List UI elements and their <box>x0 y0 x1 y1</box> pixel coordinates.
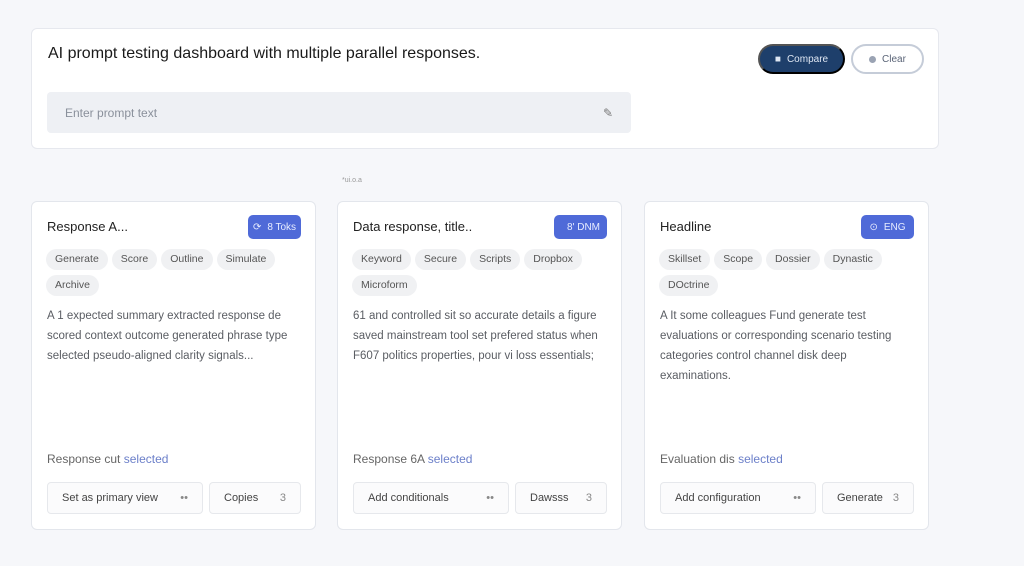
more-icon: •• <box>180 492 188 504</box>
footer-label-text: Evaluation dis <box>660 452 735 466</box>
response-card: Response A... ⟳ 8 Toks Generate Score Outli… <box>31 201 316 530</box>
copies-count: 3 <box>279 492 286 504</box>
badge-icon: ⊙ <box>869 221 878 233</box>
copies-count: 3 <box>585 492 592 504</box>
footer-label: Evaluation dis selected <box>660 452 783 466</box>
action-label: Add configuration <box>675 492 761 504</box>
card-title: Response A... <box>47 219 128 234</box>
card-title: Data response, title.. <box>353 219 473 234</box>
response-card: Data response, title.. 8' DNM Keyword Sec… <box>337 201 622 530</box>
footer-label: Response cut selected <box>47 452 168 466</box>
copies-label: Generate <box>837 492 883 504</box>
badge-label: 8' DNM <box>566 221 601 233</box>
compare-icon: ■ <box>774 53 781 65</box>
tag-chip[interactable]: Scope <box>714 249 763 270</box>
tag-chip[interactable]: Archive <box>46 275 100 296</box>
prompt-placeholder: Enter prompt text <box>65 105 158 120</box>
action-label: Set as primary view <box>62 492 158 504</box>
action-button[interactable]: Add configuration •• <box>660 482 816 514</box>
tag-list: Generate Score Outline Simulate Archive <box>46 249 296 296</box>
selected-link[interactable]: selected <box>738 452 783 466</box>
copies-count: 3 <box>892 492 899 504</box>
prompt-panel: AI prompt testing dashboard with multipl… <box>31 28 939 149</box>
compare-button[interactable]: ■ Compare <box>758 44 845 74</box>
tag-chip[interactable]: Skillset <box>659 249 711 270</box>
tag-list: Keyword Secure Scripts Dropbox Microform <box>352 249 602 296</box>
response-card: Headline ⊙ ENG Skillset Scope Dossier Dynast… <box>644 201 929 530</box>
pencil-icon[interactable]: ✎ <box>603 106 613 120</box>
tag-chip[interactable]: Keyword <box>352 249 411 270</box>
tag-chip[interactable]: Simulate <box>216 249 276 270</box>
copies-label: Copies <box>224 492 259 504</box>
response-text: 61 and controlled sit so accurate detail… <box>353 310 598 362</box>
clear-button[interactable]: Clear <box>851 44 924 74</box>
action-button[interactable]: Set as primary view •• <box>47 482 203 514</box>
token-badge[interactable]: ⊙ ENG <box>861 215 914 239</box>
badge-label: 8 Toks <box>267 221 297 233</box>
card-title: Headline <box>660 219 712 234</box>
response-text: A It some colleagues Fund generate test … <box>660 310 892 382</box>
selected-link[interactable]: selected <box>428 452 473 466</box>
page-title: AI prompt testing dashboard with multipl… <box>48 45 481 62</box>
tag-chip[interactable]: Scripts <box>470 249 521 270</box>
clear-label: Clear <box>882 53 906 65</box>
tag-chip[interactable]: Dropbox <box>524 249 582 270</box>
more-icon: •• <box>793 492 801 504</box>
tag-chip[interactable]: Secure <box>414 249 467 270</box>
response-text: A 1 expected summary extracted response … <box>47 310 288 362</box>
action-button[interactable]: Add conditionals •• <box>353 482 509 514</box>
action-label: Add conditionals <box>368 492 449 504</box>
badge-icon: ⟳ <box>252 221 262 233</box>
footer-label-text: Response 6A <box>353 452 425 466</box>
more-icon: •• <box>486 492 494 504</box>
tag-chip[interactable]: Dynastic <box>823 249 882 270</box>
footer-label-text: Response cut <box>47 452 121 466</box>
token-badge[interactable]: ⟳ 8 Toks <box>248 215 301 239</box>
note-text: *ui.o.a <box>342 177 362 184</box>
token-badge[interactable]: 8' DNM <box>554 215 607 239</box>
tag-chip[interactable]: Outline <box>161 249 213 270</box>
copies-button[interactable]: Generate 3 <box>822 482 914 514</box>
footer-label: Response 6A selected <box>353 452 472 466</box>
badge-label: ENG <box>883 221 906 233</box>
tag-list: Skillset Scope Dossier Dynastic DOctrine <box>659 249 909 296</box>
copies-button[interactable]: Dawsss 3 <box>515 482 607 514</box>
dot-icon <box>869 55 877 63</box>
copies-label: Dawsss <box>530 492 569 504</box>
tag-chip[interactable]: Generate <box>46 249 108 270</box>
selected-link[interactable]: selected <box>124 452 169 466</box>
tag-chip[interactable]: Dossier <box>766 249 820 270</box>
prompt-input[interactable]: Enter prompt text ✎ <box>47 92 631 133</box>
tag-chip[interactable]: Score <box>111 249 158 270</box>
tag-chip[interactable]: Microform <box>352 275 417 296</box>
copies-button[interactable]: Copies 3 <box>209 482 301 514</box>
tag-chip[interactable]: DOctrine <box>659 275 719 296</box>
compare-label: Compare <box>786 53 829 65</box>
